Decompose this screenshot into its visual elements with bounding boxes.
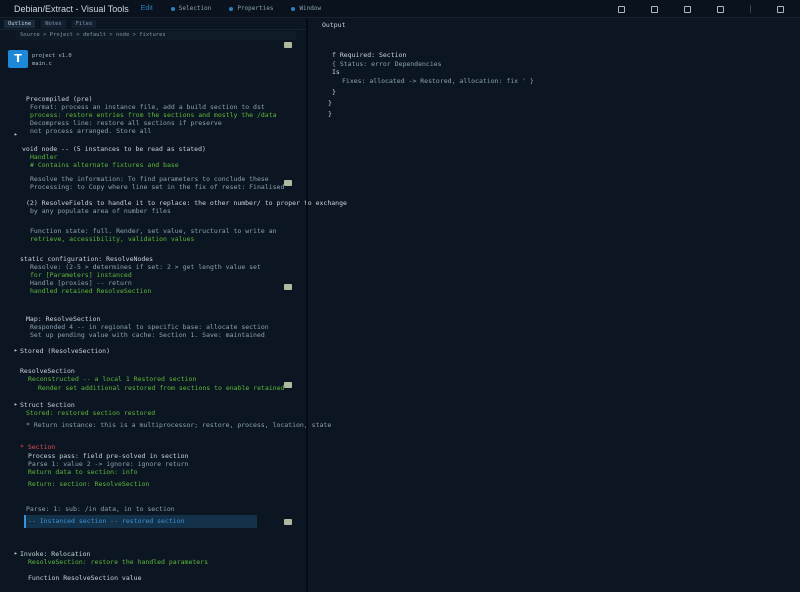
tab-outline[interactable]: Outline — [4, 19, 36, 28]
code-line: Render set additional restored from sect… — [38, 384, 285, 392]
code-line: ResolveSection: restore the handled para… — [28, 558, 209, 566]
tab-notes[interactable]: Notes — [41, 19, 66, 28]
code-line: by any populate area of number files — [30, 207, 171, 215]
code-line: Processing: to Copy where line set in th… — [30, 183, 285, 191]
code-line: Return data to section: info — [28, 468, 138, 476]
code-line: retrieve, accessibility, validation valu… — [30, 235, 195, 243]
editor-tabs: Outline Notes Files — [0, 18, 306, 30]
code-line: * Section — [20, 443, 56, 451]
code-line: for [Parameters] instanced — [30, 271, 132, 279]
code-line: Reconstructed -- a local 1 Restored sect… — [28, 375, 197, 383]
edit-menu[interactable]: Edit — [141, 5, 153, 12]
code-line: Resolve: (2-5 > determines if set: 2 > g… — [30, 263, 261, 271]
window-controls — [618, 0, 800, 18]
code-line: Decompress line: restore all sections if… — [30, 119, 222, 127]
fold-arrow-icon[interactable]: ▸ — [14, 401, 18, 408]
gutter-marker[interactable] — [284, 42, 292, 48]
pane-divider[interactable] — [306, 18, 308, 592]
code-line: Format: process an instance file, add a … — [30, 103, 265, 111]
code-line: Responded 4 -- in regional to specific b… — [30, 323, 269, 331]
toolbar-window[interactable]: Window — [291, 5, 321, 12]
code-line: } — [332, 88, 336, 96]
window-title: Debian/Extract - Visual Tools — [14, 3, 129, 14]
code-line: Invoke: Relocation — [20, 550, 91, 558]
code-line: Precompiled (pre) — [26, 95, 93, 103]
code-line: Map: ResolveSection — [26, 315, 101, 323]
output-header: Output — [322, 21, 346, 29]
gutter-marker[interactable] — [284, 382, 292, 388]
gutter-marker[interactable] — [284, 519, 292, 525]
code-line: Parse: 1: sub: /in data, in to section — [26, 505, 175, 513]
code-line: process: restore entries from the sectio… — [30, 111, 277, 119]
code-line: (2) ResolveFields to handle it to replac… — [26, 199, 347, 207]
tab-files[interactable]: Files — [71, 19, 97, 28]
code-line: static configuration: ResolveNodes — [20, 255, 154, 263]
properties-icon — [229, 6, 234, 11]
settings-icon[interactable] — [777, 5, 784, 13]
code-line: f Required: Section — [332, 51, 407, 59]
code-line: Set up pending value with cache: Section… — [30, 331, 265, 339]
code-line: Parse 1: value 2 -> ignore: ignore retur… — [28, 460, 189, 468]
code-line: } — [328, 110, 332, 118]
code-line: Process pass: field pre-solved in sectio… — [28, 452, 189, 460]
layout-icon[interactable] — [717, 5, 724, 13]
code-line: ResolveSection — [20, 367, 75, 375]
code-editor-pane[interactable]: Outline Notes Files Source > Project > d… — [0, 18, 347, 592]
toolbar-selection[interactable]: Selection — [170, 5, 211, 12]
file-meta: project v1.0 main.c — [32, 53, 72, 67]
code-line: Handle [proxies] -- return — [30, 279, 132, 287]
breadcrumb[interactable]: Source > Project > default > node > fixt… — [16, 31, 296, 40]
selection-icon — [170, 6, 175, 11]
code-line: Stored: restored section restored — [26, 409, 156, 417]
code-line: not process arranged. Store all — [30, 127, 152, 135]
code-line: void node -- (5 instances to be read as … — [22, 145, 206, 153]
gutter-marker[interactable] — [284, 284, 292, 290]
save-icon[interactable] — [651, 5, 658, 13]
code-line: -- Instanced section -- restored section — [28, 517, 185, 525]
gutter-marker[interactable] — [284, 180, 292, 186]
output-pane[interactable]: Output f Required: Section { Status: err… — [314, 18, 800, 592]
window-icon — [291, 6, 296, 11]
restore-icon[interactable] — [684, 5, 691, 13]
code-line: } — [328, 99, 332, 107]
separator — [750, 5, 751, 13]
code-line: * Return instance: this is a multiproces… — [26, 421, 332, 429]
code-line: Is — [332, 68, 340, 76]
code-line: Function ResolveSection value — [28, 574, 142, 582]
code-line: { Status: error Dependencies — [332, 60, 442, 68]
fold-arrow-icon[interactable]: ▸ — [14, 550, 18, 557]
fold-arrow-icon[interactable]: ▸ — [14, 131, 18, 138]
code-line: Struct Section — [20, 401, 75, 409]
fold-arrow-icon[interactable]: ▸ — [14, 347, 18, 354]
code-line: Return: section: ResolveSection — [28, 480, 150, 488]
pin-icon[interactable] — [618, 5, 625, 13]
code-line: handled retained ResolveSection — [30, 287, 152, 295]
code-line: # Contains alternate fixtures and base — [30, 161, 179, 169]
code-line: Resolve the information: To find paramet… — [30, 175, 269, 183]
code-line: Stored (ResolveSection) — [20, 347, 111, 355]
title-bar: Debian/Extract - Visual Tools Edit Selec… — [0, 0, 800, 18]
app-logo-icon: T — [8, 50, 28, 68]
code-line: Function state: full. Render, set value,… — [30, 227, 277, 235]
code-line: Handler — [30, 153, 58, 161]
toolbar-properties[interactable]: Properties — [229, 5, 273, 12]
code-line: Fixes: allocated -> Restored, allocation… — [342, 77, 534, 85]
